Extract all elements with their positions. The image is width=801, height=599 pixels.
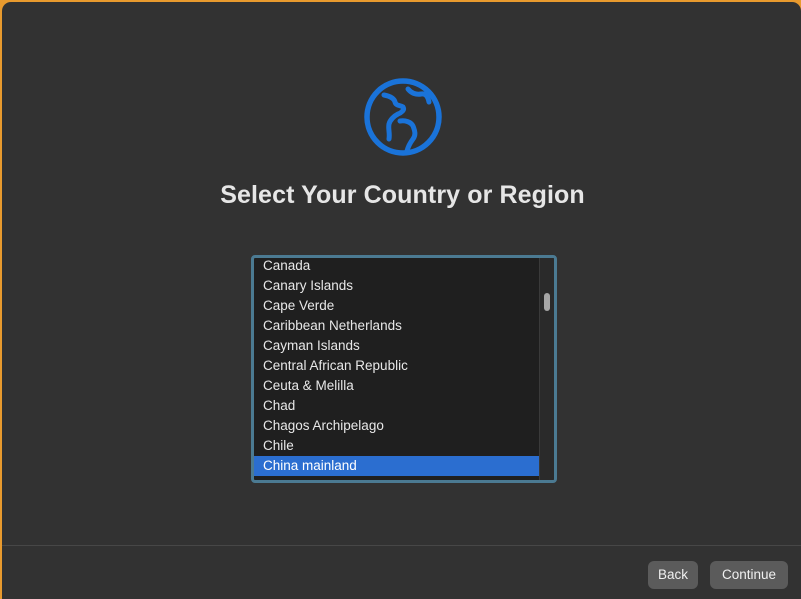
country-list-rows[interactable]: Canada Canary Islands Cape Verde Caribbean …	[254, 258, 539, 480]
list-scrollbar[interactable]	[539, 258, 554, 480]
country-list-item[interactable]: Caribbean Netherlands	[254, 316, 539, 336]
back-button[interactable]: Back	[648, 561, 698, 589]
country-list-item[interactable]: Canada	[254, 258, 539, 276]
country-list-item[interactable]: China mainland	[254, 456, 539, 476]
country-list-item[interactable]: Central African Republic	[254, 356, 539, 376]
footer-divider	[2, 545, 801, 546]
country-list[interactable]: Canada Canary Islands Cape Verde Caribbean …	[251, 255, 557, 483]
country-list-item[interactable]: Cape Verde	[254, 296, 539, 316]
continue-button[interactable]: Continue	[710, 561, 788, 589]
country-list-item[interactable]: Chagos Archipelago	[254, 416, 539, 436]
scrollbar-thumb[interactable]	[544, 293, 550, 311]
globe-icon	[364, 78, 442, 156]
country-list-item[interactable]: Canary Islands	[254, 276, 539, 296]
country-list-item[interactable]: Chad	[254, 396, 539, 416]
country-list-item[interactable]: Cayman Islands	[254, 336, 539, 356]
country-list-item[interactable]: Chile	[254, 436, 539, 456]
setup-assistant-window: Select Your Country or Region Canada Cana…	[2, 2, 801, 599]
page-title: Select Your Country or Region	[220, 181, 585, 209]
country-list-item[interactable]: Ceuta & Melilla	[254, 376, 539, 396]
